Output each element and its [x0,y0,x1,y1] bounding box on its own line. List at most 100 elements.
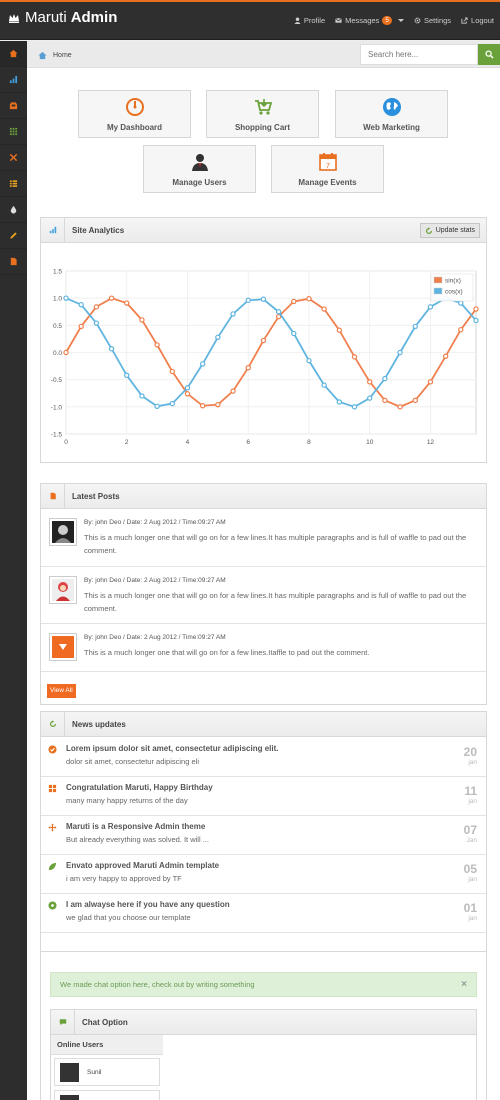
share-icon [461,17,468,24]
refresh-icon [49,720,56,728]
x-tick-label: 0 [64,439,68,446]
news-subtitle: But already everything was solved. It wi… [66,835,209,844]
update-stats-button[interactable]: Update stats [419,223,480,238]
messages-count-badge: 5 [382,16,392,25]
file-icon [50,492,56,500]
globe-icon [382,97,401,116]
data-point [184,385,191,391]
profile-label: Profile [303,16,326,25]
news-item[interactable]: Maruti is a Responsive Admin theme But a… [41,816,486,855]
sidebar-item-lists[interactable] [0,171,27,197]
data-point [442,353,449,360]
widget-header: Site Analytics Update stats [41,217,486,243]
widget-title: Latest Posts [72,491,120,501]
data-point [382,375,388,382]
legend-swatch [433,276,443,284]
post-item: By: john Deo / Date: 2 Aug 2012 / Time:0… [41,625,486,672]
user-photo-icon [52,521,74,543]
y-tick-label: -1.5 [51,432,63,439]
avatar[interactable] [49,576,77,604]
tint-icon [10,205,17,214]
news-day: 11 [464,784,477,798]
list-icon [9,180,18,187]
news-item[interactable]: Lorem ipsum dolor sit amet, consectetur … [41,738,486,777]
search-input[interactable] [360,44,478,65]
settings-link[interactable]: Settings [414,16,451,25]
sidebar-item-forms[interactable] [0,223,27,249]
quick-action-manage-events[interactable]: 7 Manage Events [271,145,384,193]
post-meta: By: john Deo / Date: 2 Aug 2012 / Time:0… [84,634,226,641]
data-point [154,342,160,348]
user-icon [191,153,208,171]
quick-action-shopping-cart[interactable]: Shopping Cart [206,90,319,138]
x-tick-label: 6 [246,439,250,446]
data-point [336,399,343,405]
sidebar-item-home[interactable] [0,41,27,67]
data-point [199,361,206,367]
brand-name: Maruti [25,9,67,26]
news-day: 07 [463,823,477,837]
chat-widget: We made chat option here, check out by w… [40,951,487,1100]
brand-name-bold: Admin [70,9,118,26]
data-point [291,298,297,305]
news-subtitle: we glad that you choose our template [66,913,191,922]
data-point [78,301,84,308]
data-point [245,365,251,371]
sidebar-item-widgets[interactable] [0,93,27,119]
data-point [154,403,160,409]
profile-link[interactable]: Profile [294,16,325,25]
main-content: Home My Dashboard Shopping Cart Web Mark… [27,41,500,1100]
sidebar-item-colors[interactable] [0,197,27,223]
data-point [230,388,236,394]
avatar[interactable] [49,518,77,546]
y-tick-label: 0.0 [53,350,62,357]
envelope-icon [335,18,342,23]
close-icon[interactable]: × [461,973,467,996]
sidebar-item-tables[interactable] [0,119,27,145]
data-point [260,337,267,344]
brand-logo[interactable]: Maruti Admin [8,9,117,26]
x-tick-label: 2 [125,439,129,446]
inbox-icon [9,102,18,110]
quick-action-web-marketing[interactable]: Web Marketing [335,90,448,138]
chat-option-box: Chat Option Online Users Sunil [50,1009,477,1100]
breadcrumb[interactable]: Home [38,49,72,61]
messages-link[interactable]: Messages 5 [335,16,404,25]
data-point [458,300,464,306]
news-day: 01 [463,901,477,915]
online-user-item[interactable] [54,1090,160,1100]
news-title: Envato approved Maruti Admin template [66,861,220,870]
news-item[interactable]: I am alwayse here if you have any questi… [41,894,486,933]
sidebar-item-charts[interactable] [0,67,27,93]
view-all-button[interactable]: View All [47,684,76,698]
quick-action-dashboard[interactable]: My Dashboard [78,90,191,138]
widget-title: Chat Option [82,1017,128,1027]
logout-link[interactable]: Logout [461,16,494,25]
quick-action-manage-users[interactable]: Manage Users [143,145,256,193]
widget-icon-cell [41,711,65,737]
legend-swatch [433,287,443,295]
update-stats-label: Update stats [435,227,475,234]
crown-icon [9,13,19,23]
data-point [321,306,327,312]
news-item[interactable]: Envato approved Maruti Admin template i … [41,855,486,894]
dashboard-icon [125,97,144,116]
news-month: jan [468,798,477,805]
calendar-icon: 7 [318,152,337,171]
sidebar-item-pages[interactable] [0,249,27,275]
data-point [367,395,373,401]
y-tick-label: 1.5 [53,269,62,276]
sidebar-item-tools[interactable] [0,145,27,171]
post-meta: By: john Deo / Date: 2 Aug 2012 / Time:0… [84,519,226,526]
data-point [473,317,479,324]
news-item[interactable]: Congratulation Maruti, Happy Birthday ma… [41,777,486,816]
data-point [139,393,145,399]
avatar[interactable] [49,633,77,661]
data-point [321,382,327,388]
widget-title: News updates [72,719,126,729]
search-button[interactable] [478,44,500,65]
quick-action-label: Shopping Cart [234,122,291,132]
online-user-item[interactable]: Sunil [54,1058,160,1086]
widget-icon-cell [41,217,65,243]
news-month: jan [468,915,477,922]
